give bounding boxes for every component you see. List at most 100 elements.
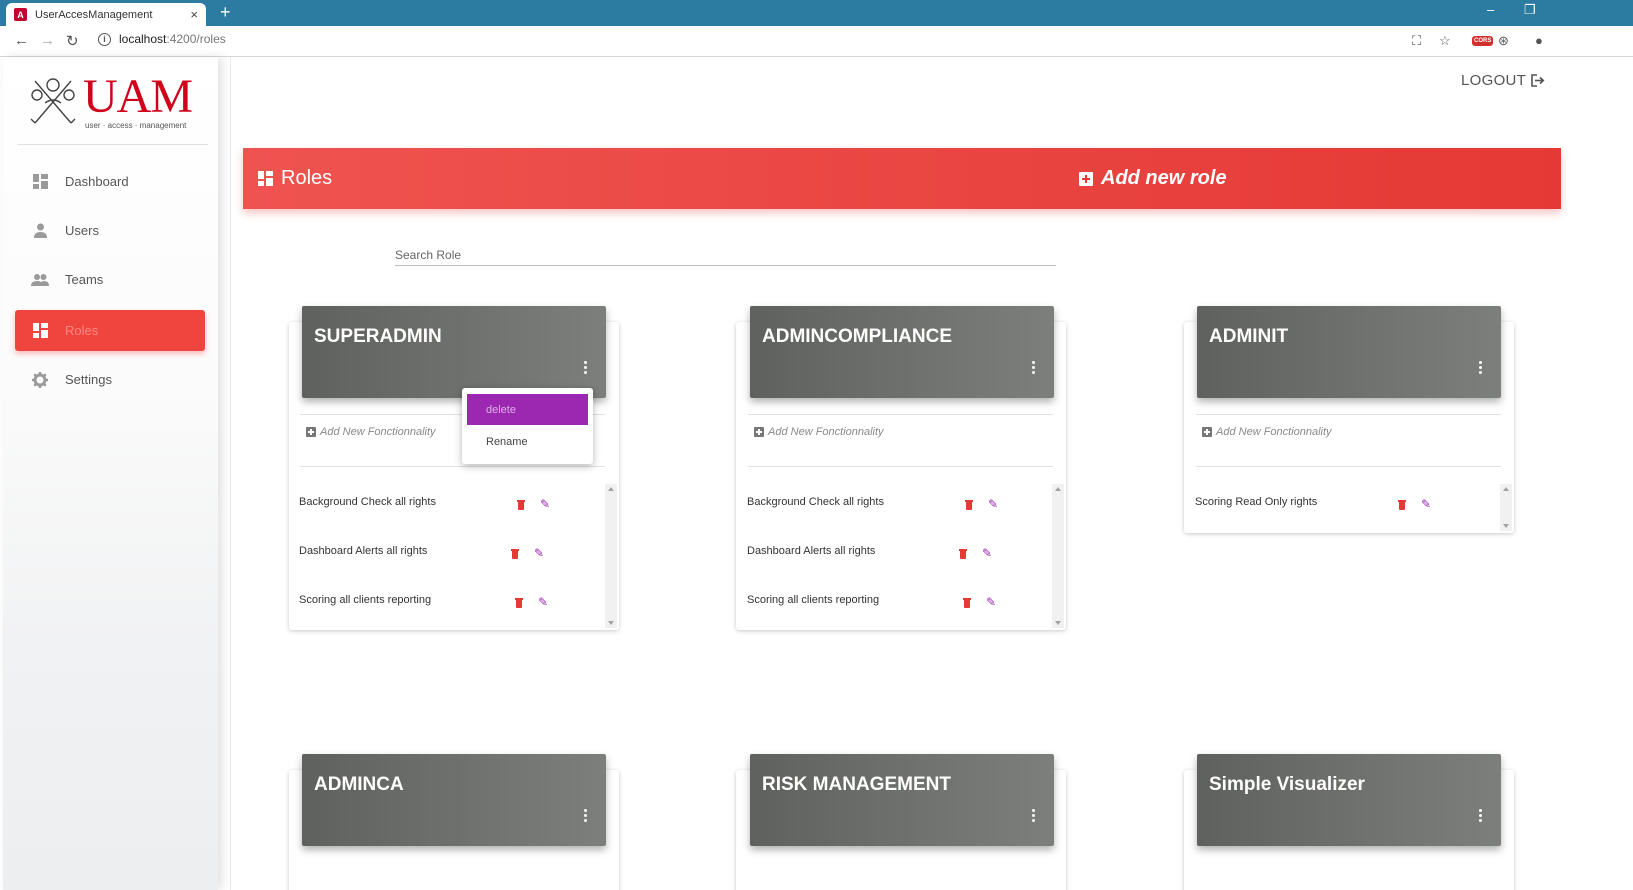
add-functionality-label: Add New Fonctionnality xyxy=(1216,426,1332,438)
back-arrow-icon[interactable]: ← xyxy=(14,32,29,49)
sidebar-item-label: Users xyxy=(65,223,99,238)
more-vert-icon[interactable] xyxy=(584,809,588,824)
sidebar-item-label: Teams xyxy=(65,272,104,287)
edit-icon[interactable]: ✎ xyxy=(1421,498,1433,510)
search-role-input[interactable] xyxy=(395,244,1056,266)
browser-tab-bar: A UserAccesManagement × + – ❐ xyxy=(0,0,1633,26)
role-card-header: SUPERADMIN xyxy=(302,306,606,398)
edit-icon[interactable]: ✎ xyxy=(538,596,550,608)
role-card-header: ADMINCA xyxy=(302,754,606,846)
rename-menu-item[interactable]: Rename xyxy=(467,426,588,457)
angular-favicon-icon: A xyxy=(14,8,27,21)
logo-tagline: user · access · management xyxy=(85,121,187,130)
add-new-role-button[interactable]: Add new role xyxy=(1079,167,1227,190)
edit-icon[interactable]: ✎ xyxy=(982,547,994,559)
minimize-button[interactable]: – xyxy=(1487,2,1494,17)
add-functionality-button[interactable]: Add New Fonctionnality xyxy=(1202,426,1332,438)
sidebar-item-label: Roles xyxy=(65,323,99,338)
forward-arrow-icon[interactable]: → xyxy=(40,32,55,49)
translate-icon[interactable]: ⛶ xyxy=(1412,33,1421,49)
delete-icon[interactable] xyxy=(515,598,523,608)
role-name: RISK MANAGEMENT xyxy=(762,774,951,795)
divider xyxy=(300,466,605,467)
delete-icon[interactable] xyxy=(517,500,525,510)
gear-icon xyxy=(31,371,49,389)
delete-menu-item[interactable]: delete xyxy=(467,394,588,425)
permission-label: Scoring Read Only rights xyxy=(1195,496,1318,508)
url-field[interactable]: i localhost:4200/roles xyxy=(98,32,226,46)
sidebar-item-dashboard[interactable]: Dashboard xyxy=(15,161,205,202)
extension-icon[interactable]: ⊛ xyxy=(1498,33,1509,49)
url-path: :4200/roles xyxy=(166,32,226,46)
page-title-text: Roles xyxy=(281,167,333,189)
delete-icon[interactable] xyxy=(511,549,519,559)
dashboard-icon xyxy=(31,173,49,191)
more-vert-icon[interactable] xyxy=(1032,361,1036,376)
delete-icon[interactable] xyxy=(963,598,971,608)
add-functionality-label: Add New Fonctionnality xyxy=(320,426,436,438)
more-vert-icon[interactable] xyxy=(1479,809,1483,824)
permission-label: Scoring all clients reporting xyxy=(747,594,880,606)
plus-box-icon xyxy=(1079,171,1093,186)
sidebar-item-label: Settings xyxy=(65,372,112,387)
sidebar-divider xyxy=(18,144,208,145)
browser-tab[interactable]: A UserAccesManagement × xyxy=(6,3,206,26)
tab-close-icon[interactable]: × xyxy=(190,7,198,22)
sidebar: UAM user · access · management Dashboard… xyxy=(3,57,218,890)
role-card-header: ADMINIT xyxy=(1197,306,1501,398)
role-card-header: RISK MANAGEMENT xyxy=(750,754,1054,846)
people-icon xyxy=(31,271,49,289)
restore-button[interactable]: ❐ xyxy=(1524,2,1536,18)
more-vert-icon[interactable] xyxy=(1032,809,1036,824)
scrollbar[interactable] xyxy=(1500,484,1512,531)
uam-logo[interactable]: UAM user · access · management xyxy=(25,71,205,133)
role-name: SUPERADMIN xyxy=(314,326,442,347)
person-icon xyxy=(31,222,49,240)
reload-icon[interactable]: ↻ xyxy=(66,32,79,50)
roles-header: Roles Add new role xyxy=(243,148,1561,209)
logout-icon xyxy=(1531,74,1545,87)
info-icon[interactable]: i xyxy=(98,32,111,46)
more-vert-icon[interactable] xyxy=(584,361,588,376)
role-name: ADMINCA xyxy=(314,774,404,795)
role-name: ADMINIT xyxy=(1209,326,1289,347)
sidebar-item-users[interactable]: Users xyxy=(15,210,205,251)
more-vert-icon[interactable] xyxy=(1479,361,1483,376)
role-name: ADMINCOMPLIANCE xyxy=(762,326,952,347)
add-new-role-label: Add new role xyxy=(1101,167,1227,189)
plus-box-icon xyxy=(1202,427,1212,437)
sidebar-item-settings[interactable]: Settings xyxy=(15,359,205,400)
add-functionality-button[interactable]: Add New Fonctionnality xyxy=(306,426,436,438)
edit-icon[interactable]: ✎ xyxy=(540,498,552,510)
edit-icon[interactable]: ✎ xyxy=(534,547,546,559)
permission-label: Dashboard Alerts all rights xyxy=(299,545,428,557)
delete-icon[interactable] xyxy=(965,500,973,510)
add-functionality-label: Add New Fonctionnality xyxy=(768,426,884,438)
scrollbar[interactable] xyxy=(1052,484,1064,628)
content-divider xyxy=(230,57,231,890)
logo-wordmark: UAM xyxy=(83,70,193,123)
divider xyxy=(1196,466,1501,467)
scrollbar[interactable] xyxy=(605,484,617,628)
crossed-keys-icon xyxy=(30,78,76,124)
profile-icon[interactable]: ● xyxy=(1535,33,1543,48)
delete-icon[interactable] xyxy=(959,549,967,559)
permission-label: Scoring all clients reporting xyxy=(299,594,432,606)
divider xyxy=(748,414,1053,415)
cors-extension-icon[interactable]: CORS xyxy=(1472,36,1494,46)
permission-label: Background Check all rights xyxy=(299,496,436,508)
add-functionality-button[interactable]: Add New Fonctionnality xyxy=(754,426,884,438)
plus-box-icon xyxy=(754,427,764,437)
tab-title: UserAccesManagement xyxy=(35,8,153,21)
sidebar-item-teams[interactable]: Teams xyxy=(15,259,205,300)
edit-icon[interactable]: ✎ xyxy=(986,596,998,608)
new-tab-button[interactable]: + xyxy=(220,2,231,22)
logout-button[interactable]: LOGOUT xyxy=(1461,72,1545,89)
star-icon[interactable]: ☆ xyxy=(1439,33,1451,49)
page-title: Roles xyxy=(258,167,332,190)
edit-icon[interactable]: ✎ xyxy=(988,498,1000,510)
permission-label: Background Check all rights xyxy=(747,496,884,508)
delete-icon[interactable] xyxy=(1398,500,1406,510)
sidebar-item-roles[interactable]: Roles xyxy=(15,310,205,351)
dashboard-icon xyxy=(31,322,49,340)
